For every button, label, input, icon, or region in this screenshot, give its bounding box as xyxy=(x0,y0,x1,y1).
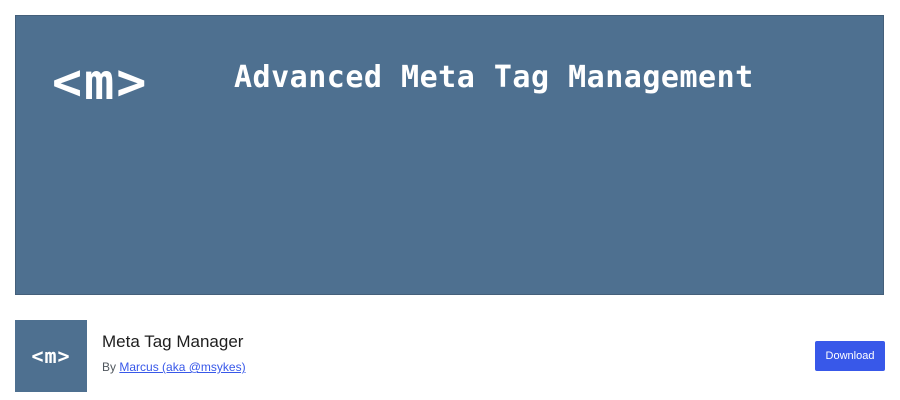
plugin-icon: <m> xyxy=(15,320,87,392)
banner-title: Advanced Meta Tag Management xyxy=(234,60,754,95)
plugin-title: Meta Tag Manager xyxy=(102,332,244,351)
plugin-author-line: By Marcus (aka @msykes) xyxy=(102,360,246,374)
plugin-page: <m> Advanced Meta Tag Management <m> Met… xyxy=(0,0,900,400)
plugin-banner: <m> Advanced Meta Tag Management xyxy=(15,15,884,295)
plugin-icon-logo: <m> xyxy=(31,344,71,368)
banner-logo: <m> xyxy=(52,53,149,111)
author-link[interactable]: Marcus (aka @msykes) xyxy=(119,360,245,374)
author-prefix: By xyxy=(102,360,117,374)
download-button[interactable]: Download xyxy=(815,341,885,371)
